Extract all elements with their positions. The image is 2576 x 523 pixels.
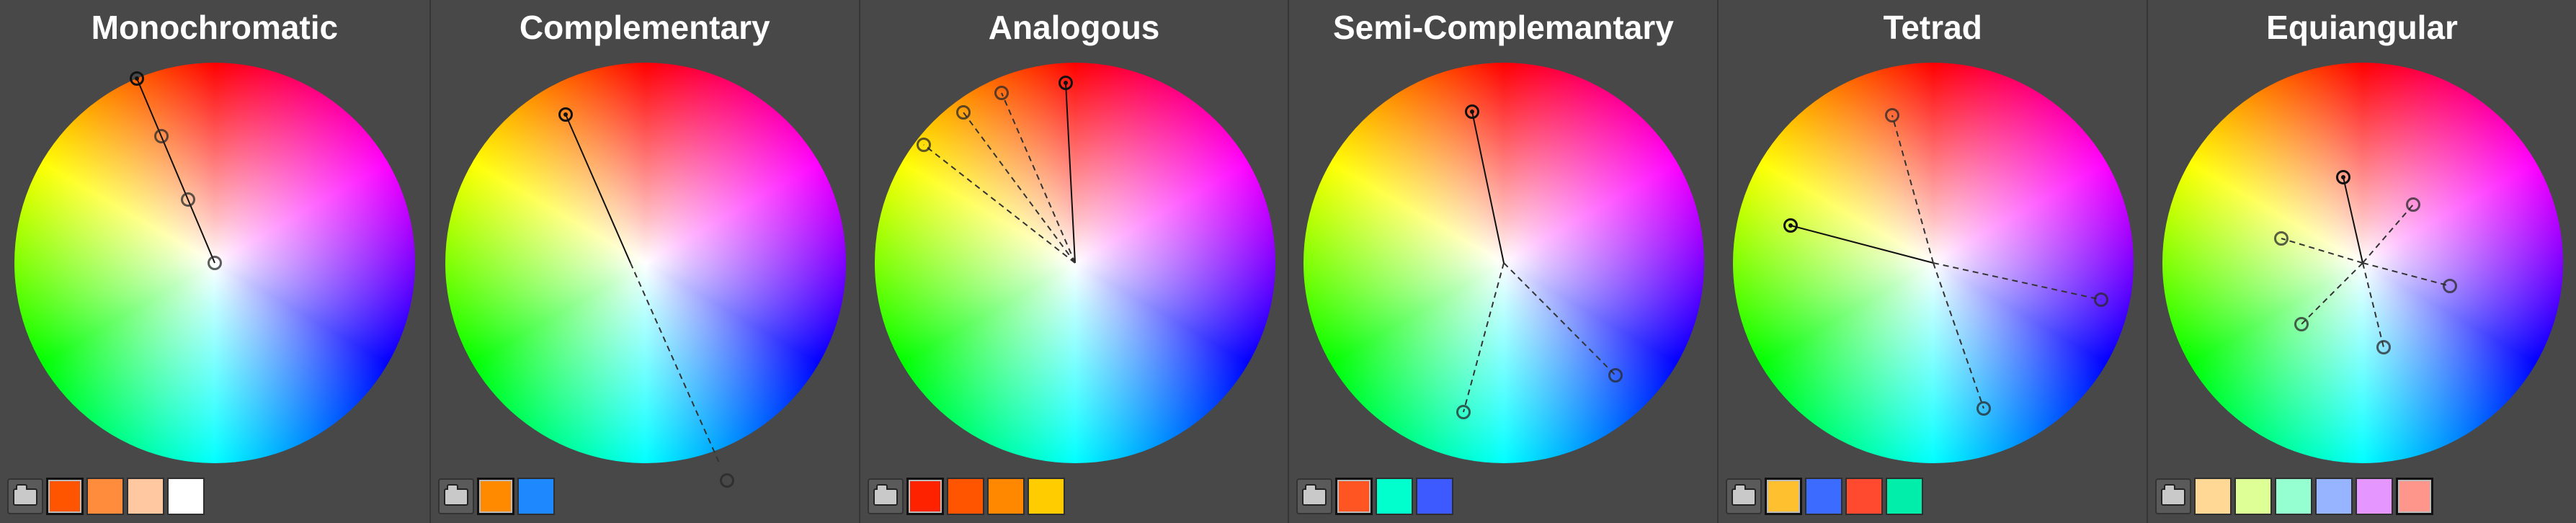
folder-icon	[873, 484, 898, 506]
secondary-color-handle[interactable]	[916, 138, 931, 152]
color-swatch[interactable]	[986, 478, 1025, 515]
primary-color-handle[interactable]	[2336, 170, 2351, 184]
color-swatch[interactable]	[1765, 478, 1803, 515]
color-swatch[interactable]	[127, 478, 164, 515]
secondary-color-handle[interactable]	[994, 86, 1009, 100]
color-swatch[interactable]	[476, 478, 514, 515]
color-wheel[interactable]	[2162, 63, 2564, 463]
color-swatch[interactable]	[1845, 478, 1884, 515]
color-swatch[interactable]	[2315, 478, 2353, 515]
open-palette-button[interactable]	[437, 478, 474, 514]
open-palette-button[interactable]	[2155, 478, 2192, 514]
folder-icon	[13, 484, 37, 506]
color-swatch[interactable]	[1027, 478, 1065, 515]
secondary-color-handle[interactable]	[154, 129, 169, 143]
color-wheel[interactable]	[874, 63, 1275, 463]
swatch-bar	[437, 476, 555, 517]
color-swatch[interactable]	[1376, 478, 1414, 515]
color-swatch[interactable]	[2356, 478, 2394, 515]
folder-icon	[1302, 484, 1327, 506]
swatch-bar	[2155, 476, 2434, 517]
secondary-color-handle[interactable]	[719, 473, 734, 488]
swatch-bar	[867, 476, 1065, 517]
primary-color-handle[interactable]	[130, 71, 144, 86]
primary-color-handle[interactable]	[1058, 76, 1073, 90]
color-swatch[interactable]	[46, 478, 84, 515]
color-wheel[interactable]	[445, 63, 846, 463]
color-swatch[interactable]	[2194, 478, 2232, 515]
color-swatch[interactable]	[946, 478, 984, 515]
open-palette-button[interactable]	[1296, 478, 1333, 514]
panel-analogous: Analogous	[858, 0, 1288, 523]
secondary-color-handle[interactable]	[955, 105, 971, 120]
color-wheel[interactable]	[1733, 63, 2134, 463]
panel-title: Analogous	[988, 9, 1160, 46]
panel-monochromatic: Monochromatic	[0, 0, 429, 523]
folder-icon	[2161, 484, 2186, 506]
open-palette-button[interactable]	[7, 478, 43, 514]
color-swatch[interactable]	[1805, 478, 1843, 515]
folder-icon	[443, 484, 468, 506]
primary-color-handle[interactable]	[558, 107, 573, 122]
swatch-bar	[1726, 476, 1924, 517]
secondary-color-handle[interactable]	[2294, 317, 2309, 331]
swatch-bar	[7, 476, 205, 517]
folder-icon	[1732, 484, 1757, 506]
panel-semi-complemantary: Semi-Complemantary	[1288, 0, 1718, 523]
color-swatch[interactable]	[2396, 478, 2434, 515]
color-swatch[interactable]	[1416, 478, 1454, 515]
panel-title: Monochromatic	[91, 9, 339, 46]
panel-equiangular: Equiangular	[2147, 0, 2576, 523]
secondary-color-handle[interactable]	[2443, 279, 2458, 293]
color-swatch[interactable]	[167, 478, 205, 515]
panel-title: Equiangular	[2266, 9, 2458, 46]
secondary-color-handle[interactable]	[2274, 231, 2289, 246]
color-swatch[interactable]	[86, 478, 124, 515]
swatch-bar	[1296, 476, 1454, 517]
panel-title: Complementary	[519, 9, 770, 46]
open-palette-button[interactable]	[867, 478, 904, 514]
secondary-color-handle[interactable]	[2376, 340, 2392, 354]
secondary-color-handle[interactable]	[208, 256, 222, 270]
panel-tetrad: Tetrad	[1717, 0, 2147, 523]
color-swatch[interactable]	[906, 478, 944, 515]
color-swatch[interactable]	[517, 478, 555, 515]
color-swatch[interactable]	[1335, 478, 1373, 515]
color-swatch[interactable]	[1886, 478, 1924, 515]
secondary-color-handle[interactable]	[181, 192, 195, 207]
panel-title: Semi-Complemantary	[1332, 9, 1674, 46]
open-palette-button[interactable]	[1726, 478, 1762, 514]
panel-complementary: Complementary	[429, 0, 859, 523]
harmony-panels: Monochromatic Complementary Analogous Semi-…	[0, 0, 2576, 523]
color-wheel[interactable]	[1303, 63, 1705, 463]
color-swatch[interactable]	[2275, 478, 2313, 515]
secondary-color-handle[interactable]	[2406, 197, 2421, 212]
color-swatch[interactable]	[2234, 478, 2273, 515]
panel-title: Tetrad	[1883, 9, 1982, 46]
